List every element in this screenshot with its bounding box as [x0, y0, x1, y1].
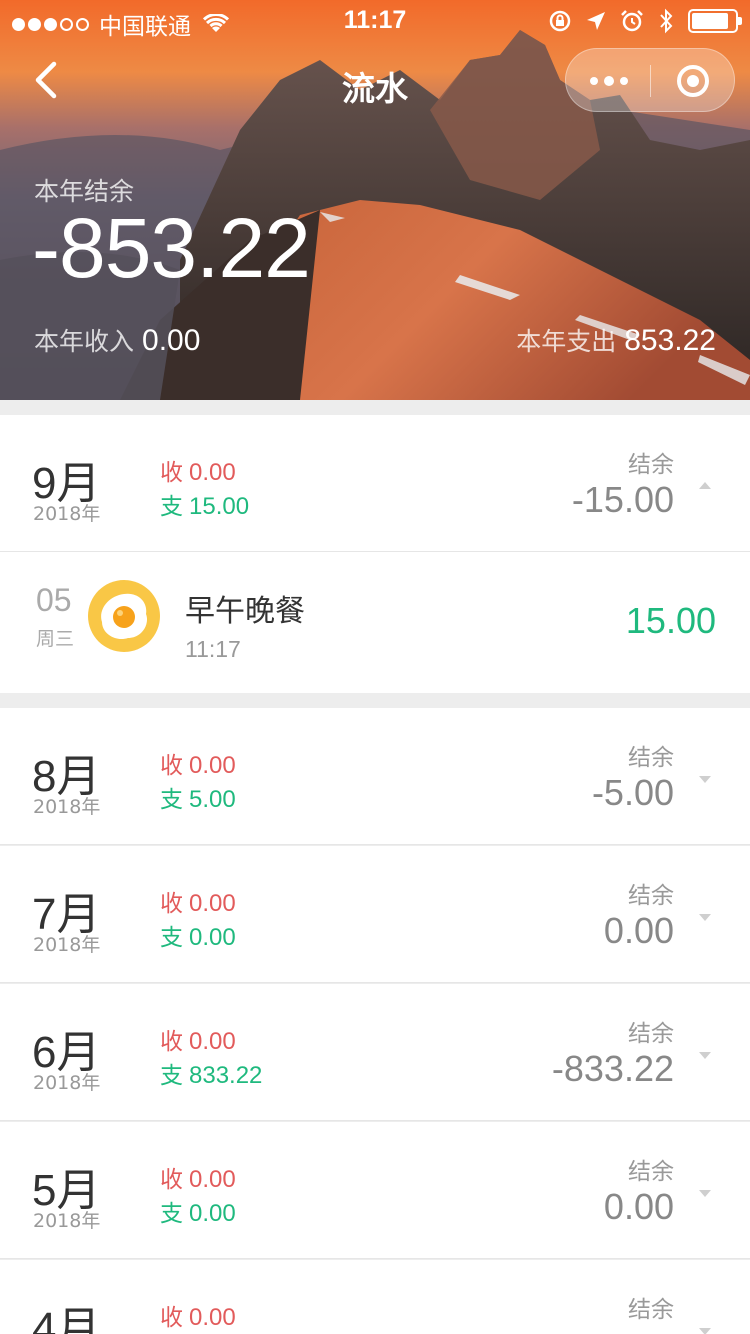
month-expense: 支 833.22	[160, 1056, 262, 1090]
caret-down-icon[interactable]	[698, 1324, 712, 1334]
month-row[interactable]: 5月 2018年收 0.00 支 0.00 结余 0.00	[0, 1122, 750, 1259]
month-expense: 支 5.00	[160, 780, 236, 814]
month-year: 2018年	[33, 503, 101, 525]
month-year: 2018年	[33, 1210, 101, 1232]
bluetooth-icon	[660, 8, 673, 34]
expense-value: 833.22	[189, 1062, 263, 1089]
month-income: 收 0.00	[160, 1022, 236, 1056]
status-bar: 中国联通 11:17	[0, 0, 750, 40]
balance-label: 结余	[628, 1159, 674, 1185]
income-label: 收	[160, 1167, 183, 1193]
income-value: 0.00	[189, 1304, 236, 1331]
location-arrow-icon	[587, 12, 605, 30]
income-value: 0.00	[189, 890, 236, 917]
more-dots-icon	[590, 77, 598, 85]
year-expense-label: 本年支出	[516, 327, 617, 356]
battery-level	[692, 13, 728, 29]
balance-label: 结余	[628, 1021, 674, 1047]
income-value: 0.00	[189, 752, 236, 779]
close-miniprogram-button[interactable]	[651, 49, 736, 113]
balance-value: -15.00	[571, 479, 674, 520]
miniprogram-capsule	[565, 48, 735, 112]
more-dots-icon	[620, 77, 628, 85]
fried-egg-icon	[88, 580, 160, 652]
transaction-time: 11:17	[185, 636, 241, 662]
month-year: 2018年	[33, 934, 101, 956]
income-label: 收	[160, 753, 183, 779]
expense-label: 支	[160, 787, 183, 813]
income-value: 0.00	[189, 459, 236, 486]
balance-value: -833.22	[551, 1048, 674, 1089]
battery-icon	[688, 9, 742, 33]
expense-value: 5.00	[189, 786, 236, 813]
month-income: 收 0.00	[160, 453, 236, 487]
header-hero: 中国联通 11:17 流水 本年结余 -853.22 本年收入 0.00 本年支…	[0, 0, 750, 400]
target-circle-icon-dot	[687, 75, 699, 87]
month-label: 4月	[32, 1304, 101, 1334]
balance-label: 结余	[628, 1297, 674, 1323]
caret-down-icon[interactable]	[698, 1186, 712, 1200]
month-income: 收 0.00	[160, 746, 236, 780]
year-expense: 本年支出 853.22	[516, 322, 716, 358]
month-year: 2018年	[33, 1072, 101, 1094]
expense-label: 支	[160, 1063, 183, 1089]
transaction-day: 05	[36, 582, 72, 618]
month-expense: 支 0.00	[160, 1194, 236, 1228]
expense-label: 支	[160, 494, 183, 520]
month-expense: 支 15.00	[160, 487, 249, 521]
balance-value: 0.00	[603, 1186, 674, 1227]
month-row[interactable]: 7月 2018年收 0.00 支 0.00 结余 0.00	[0, 846, 750, 983]
month-expense: 支 0.00	[160, 918, 236, 952]
expense-label: 支	[160, 1201, 183, 1227]
status-right	[548, 8, 742, 34]
alarm-icon	[621, 10, 643, 32]
year-balance-value: -853.22	[32, 201, 311, 295]
income-value: 0.00	[189, 1166, 236, 1193]
transaction-row[interactable]: 05 周三 早午晚餐 11:17 15.00	[0, 552, 750, 693]
month-income: 收 0.00	[160, 1298, 236, 1332]
expense-value: 0.00	[189, 1200, 236, 1227]
expense-value: 0.00	[189, 924, 236, 951]
month-row[interactable]: 6月 2018年收 0.00 支 833.22 结余 -833.22	[0, 984, 750, 1121]
balance-value: -5.00	[591, 772, 674, 813]
year-income: 本年收入 0.00	[34, 322, 200, 358]
balance-label: 结余	[628, 883, 674, 909]
month-income: 收 0.00	[160, 884, 236, 918]
caret-up-icon[interactable]	[698, 479, 712, 493]
caret-down-icon[interactable]	[698, 1048, 712, 1062]
transaction-weekday: 周三	[36, 628, 75, 650]
income-label: 收	[160, 1305, 183, 1331]
balance-label: 结余	[628, 452, 674, 478]
income-value: 0.00	[189, 1028, 236, 1055]
more-button[interactable]	[566, 49, 650, 113]
orientation-lock-icon	[549, 10, 571, 32]
year-income-value: 0.00	[142, 324, 201, 357]
balance-label: 结余	[628, 745, 674, 771]
month-row[interactable]: 9月 2018年收 0.00 支 15.00 结余 -15.00	[0, 415, 750, 552]
month-year: 2018年	[33, 796, 101, 818]
year-income-label: 本年收入	[34, 327, 135, 356]
more-dots-icon	[604, 76, 614, 86]
transaction-title: 早午晚餐	[185, 594, 305, 629]
caret-down-icon[interactable]	[698, 772, 712, 786]
income-label: 收	[160, 460, 183, 486]
income-label: 收	[160, 891, 183, 917]
income-label: 收	[160, 1029, 183, 1055]
month-row[interactable]: 8月 2018年收 0.00 支 5.00 结余 -5.00	[0, 708, 750, 845]
caret-down-icon[interactable]	[698, 910, 712, 924]
expense-value: 15.00	[189, 493, 250, 520]
expense-label: 支	[160, 925, 183, 951]
transaction-amount: 15.00	[625, 600, 716, 641]
year-expense-value: 853.22	[624, 324, 716, 357]
month-income: 收 0.00	[160, 1160, 236, 1194]
balance-value: 0.00	[603, 910, 674, 951]
month-row[interactable]: 4月2018年收0.00支结余	[0, 1260, 750, 1334]
